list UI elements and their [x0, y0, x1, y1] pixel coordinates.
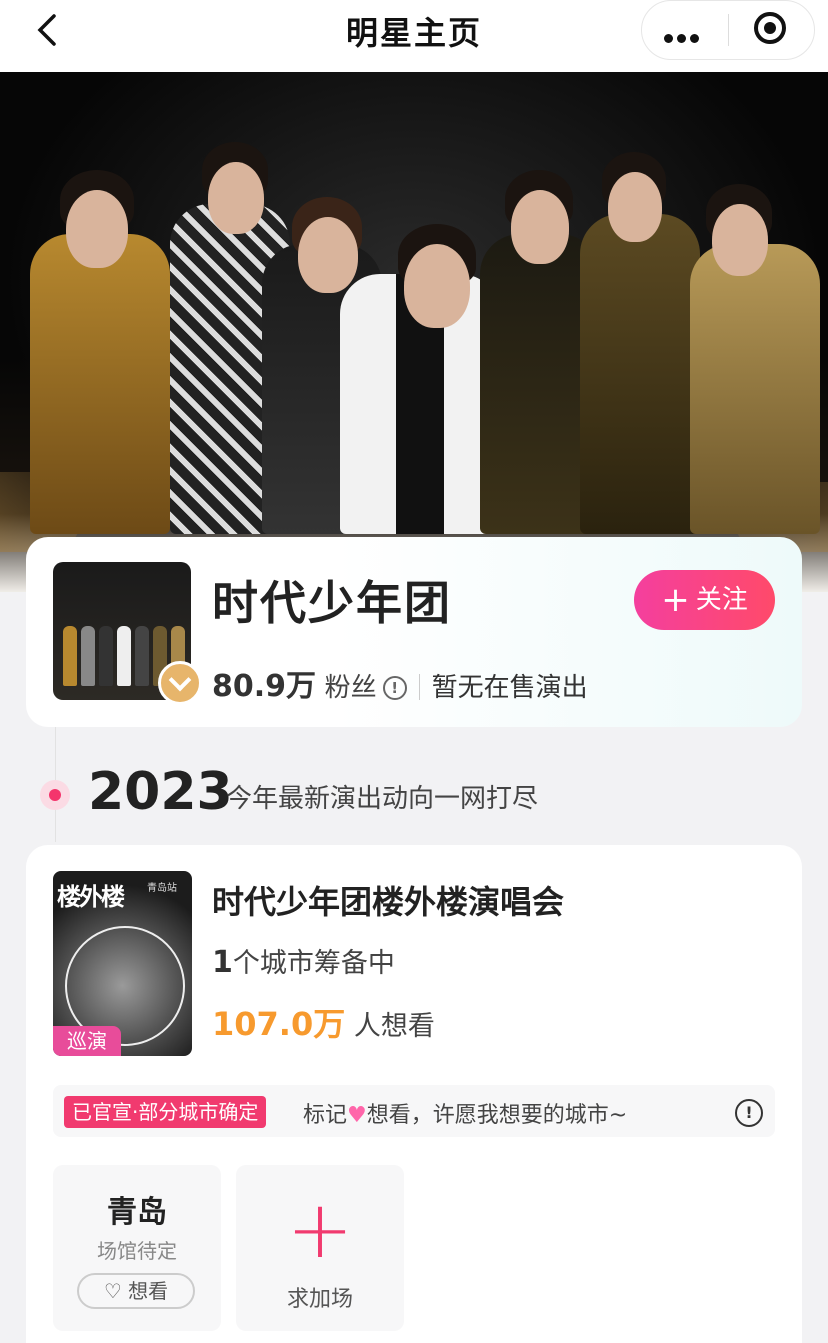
request-extra-show-label: 求加场 — [286, 1287, 353, 1312]
notice-text: 标记♥想看，许愿我想要的城市~ — [303, 1097, 627, 1129]
member-face — [66, 190, 128, 268]
artist-profile-card: 时代少年团 80.9万 粉丝! 暂无在售演出 + 关注 — [26, 537, 802, 727]
member-face — [712, 204, 768, 276]
member-face — [511, 190, 569, 264]
artist-name: 时代少年团 — [212, 576, 452, 630]
want-text: 人想看 — [353, 1011, 435, 1042]
notice-text-after: 想看，许愿我想要的城市~ — [366, 1103, 628, 1128]
timeline-description: 今年最新演出动向一网打尽 — [226, 784, 539, 814]
avatar-figure — [117, 626, 131, 686]
member-figure — [690, 244, 820, 534]
tour-card[interactable]: 楼外楼 青岛站 巡演 时代少年团楼外楼演唱会 1个城市筹备中 107.0万 人想… — [26, 845, 802, 1343]
more-dots-icon[interactable] — [664, 28, 703, 47]
fans-row: 80.9万 粉丝! 暂无在售演出 — [212, 661, 588, 705]
notice-text-before: 标记 — [303, 1103, 348, 1128]
mini-program-capsule — [641, 0, 815, 60]
verified-badge-icon — [158, 661, 202, 705]
member-figure — [580, 214, 700, 534]
tour-tag: 巡演 — [53, 1026, 121, 1056]
cities-text: 个城市筹备中 — [232, 948, 395, 979]
plus-icon: + — [661, 580, 690, 620]
info-icon[interactable]: ! — [735, 1099, 763, 1127]
fans-divider — [418, 674, 420, 700]
hero-group-photo — [0, 72, 828, 592]
on-sale-status: 暂无在售演出 — [431, 673, 588, 703]
request-extra-show-tile[interactable]: + 求加场 — [236, 1165, 404, 1331]
avatar-figure — [99, 626, 113, 686]
target-close-icon[interactable] — [754, 12, 786, 44]
follow-label: 关注 — [695, 585, 748, 615]
member-face — [298, 217, 358, 293]
timeline-year: 2023 — [88, 762, 233, 822]
heart-plus-icon: ♡ — [103, 1279, 122, 1303]
member-figure — [30, 234, 170, 534]
fans-label: 粉丝 — [324, 673, 377, 703]
poster-title: 楼外楼 — [57, 883, 125, 911]
fans-info-icon[interactable]: ! — [382, 676, 407, 700]
timeline-dot-icon — [40, 780, 70, 810]
city-venue: 场馆待定 — [97, 1239, 177, 1263]
avatar-figure — [135, 626, 149, 686]
member-face — [404, 244, 470, 328]
member-face — [608, 172, 662, 242]
want-button-label: 想看 — [128, 1279, 169, 1303]
tour-notice-bar: 已官宣·部分城市确定 标记♥想看，许愿我想要的城市~ ! — [53, 1085, 775, 1137]
poster-location: 青岛站 — [147, 883, 177, 894]
capsule-divider — [728, 14, 729, 46]
city-name: 青岛 — [107, 1195, 167, 1230]
top-nav-bar: 明星主页 — [0, 0, 828, 72]
follow-button[interactable]: + 关注 — [634, 570, 775, 630]
tour-title: 时代少年团楼外楼演唱会 — [212, 883, 565, 921]
city-tile[interactable]: 青岛 场馆待定 ♡ 想看 — [53, 1165, 221, 1331]
fans-count: 80.9万 — [212, 669, 317, 704]
tour-poster[interactable]: 楼外楼 青岛站 巡演 — [53, 871, 192, 1056]
heart-icon: ♥ — [347, 1103, 367, 1128]
cities-count: 1 — [212, 945, 233, 980]
plus-icon: + — [286, 1183, 354, 1276]
avatar-figure — [81, 626, 95, 686]
want-count: 107.0万 — [212, 1005, 346, 1043]
tour-want: 107.0万 人想看 — [212, 999, 435, 1045]
want-button[interactable]: ♡ 想看 — [77, 1273, 195, 1309]
member-face — [208, 162, 264, 234]
avatar-figure — [63, 626, 77, 686]
announced-badge: 已官宣·部分城市确定 — [64, 1096, 267, 1128]
tour-cities: 1个城市筹备中 — [212, 941, 395, 980]
